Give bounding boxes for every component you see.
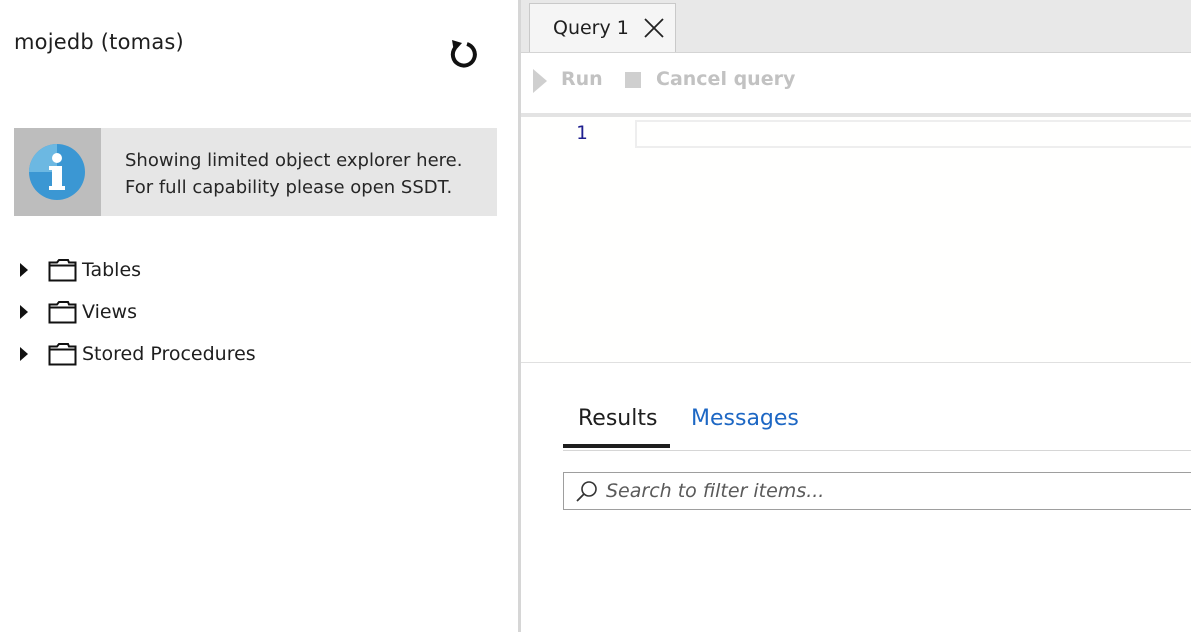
stop-icon — [625, 72, 641, 88]
tree-item-label: Tables — [82, 259, 142, 281]
info-message-line2: For full capability please open SSDT. — [125, 177, 453, 198]
close-icon[interactable] — [643, 17, 665, 39]
object-explorer-pane: mojedb (tomas) Showing limited object ex… — [0, 0, 518, 632]
tab-query-1[interactable]: Query 1 — [529, 3, 676, 52]
database-title: mojedb (tomas) — [14, 30, 184, 54]
filter-search-box[interactable] — [563, 472, 1191, 510]
tree-item-tables[interactable]: Tables — [14, 250, 314, 292]
results-tab-strip: Results Messages — [563, 400, 1191, 451]
sql-editor[interactable]: 1 — [521, 117, 1191, 363]
tree-item-views[interactable]: Views — [14, 292, 314, 334]
refresh-icon[interactable] — [446, 36, 482, 72]
tree-item-label: Stored Procedures — [82, 343, 256, 365]
object-tree: Tables Views Stored Procedures — [14, 250, 314, 376]
expand-arrow-icon[interactable] — [20, 305, 28, 319]
info-message-line1: Showing limited object explorer here. — [125, 150, 463, 171]
info-icon-cell — [14, 128, 101, 216]
expand-arrow-icon[interactable] — [20, 263, 28, 277]
editor-tab-bar: Query 1 — [521, 0, 1191, 53]
line-number: 1 — [576, 122, 588, 144]
search-input[interactable] — [606, 477, 1186, 505]
active-tab-indicator — [563, 444, 670, 448]
tab-messages[interactable]: Messages — [691, 406, 799, 431]
tree-item-stored-procedures[interactable]: Stored Procedures — [14, 334, 314, 376]
cancel-query-label: Cancel query — [656, 68, 796, 90]
query-editor-pane: Query 1 Run Cancel query 1 Results Messa… — [521, 0, 1191, 632]
play-icon — [533, 69, 547, 93]
info-banner: Showing limited object explorer here. Fo… — [14, 128, 497, 216]
folder-icon — [48, 301, 77, 324]
info-message: Showing limited object explorer here. Fo… — [125, 147, 462, 201]
folder-icon — [48, 343, 77, 366]
current-line-highlight[interactable] — [635, 120, 1191, 148]
query-toolbar: Run Cancel query — [521, 53, 1191, 113]
tab-results[interactable]: Results — [578, 406, 657, 431]
expand-arrow-icon[interactable] — [20, 347, 28, 361]
info-icon — [29, 144, 85, 200]
tab-label: Query 1 — [553, 17, 629, 39]
search-icon — [576, 481, 597, 502]
tree-item-label: Views — [82, 301, 137, 323]
folder-icon — [48, 259, 77, 282]
run-label: Run — [561, 68, 603, 90]
